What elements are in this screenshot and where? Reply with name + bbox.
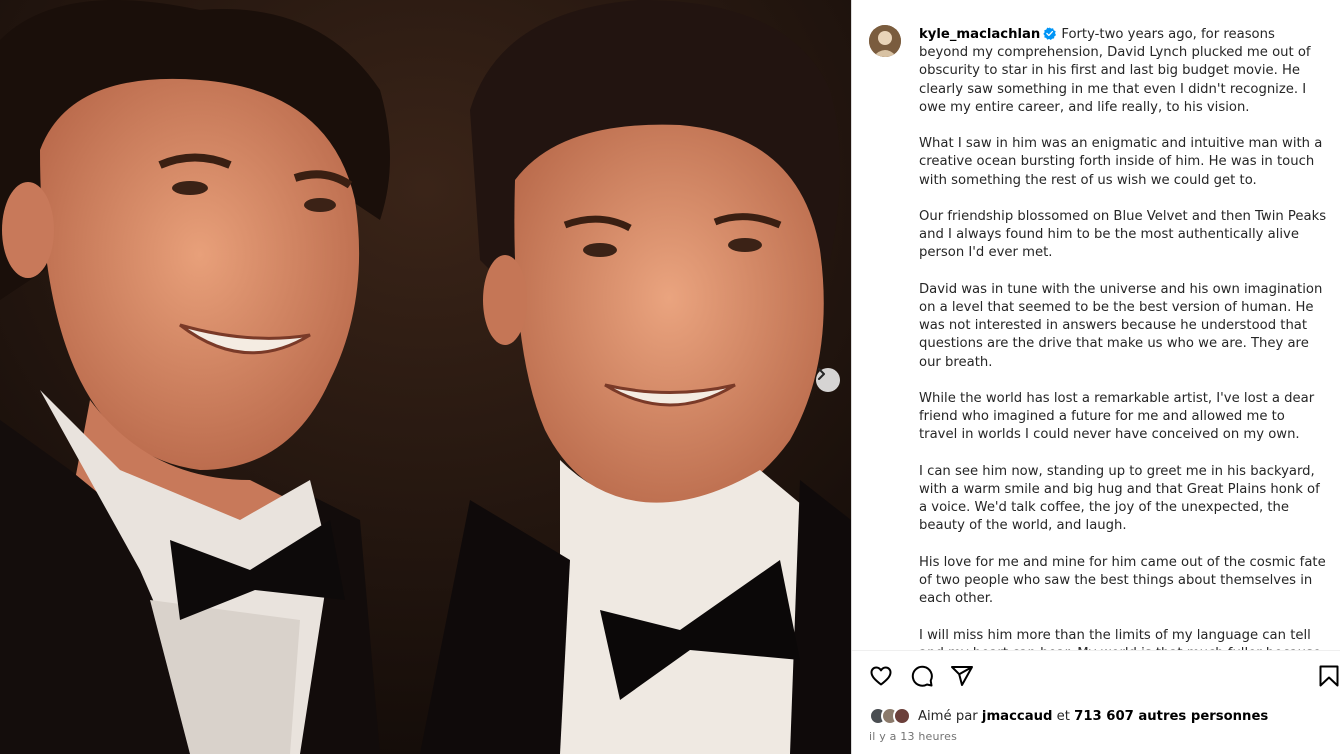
caption-scroll-area[interactable]: kyle_maclachlan Forty-two years ago, for … [852, 0, 1340, 650]
share-icon [951, 666, 973, 686]
verified-badge-icon [1043, 27, 1057, 40]
caption-paragraph: David was in tune with the universe and … [919, 281, 1323, 370]
bookmark-icon [1319, 665, 1339, 687]
likes-count-link[interactable]: 713 607 autres personnes [1074, 709, 1268, 724]
divider [852, 650, 1340, 651]
post-photo[interactable] [0, 0, 851, 754]
likes-prefix: Aimé par [918, 708, 978, 724]
save-button[interactable] [1318, 664, 1340, 692]
username-link[interactable]: kyle_maclachlan [919, 27, 1040, 42]
caption-paragraph: What I saw in him was an enigmatic and i… [919, 136, 1323, 188]
post-timestamp[interactable]: il y a 13 heures [869, 730, 957, 743]
heart-icon [870, 666, 892, 686]
post-caption: kyle_maclachlan Forty-two years ago, for … [919, 26, 1327, 650]
caption-paragraph: I will miss him more than the limits of … [919, 627, 1321, 650]
avatar-image [869, 25, 901, 57]
likes-connector: et [1056, 708, 1070, 724]
share-button[interactable] [950, 664, 974, 692]
comment-button[interactable] [910, 664, 934, 692]
likes-summary: Aimé par jmaccaud et 713 607 autres pers… [869, 706, 1268, 726]
comment-icon [911, 665, 933, 687]
caption-paragraph: kyle_maclachlan Forty-two years ago, for … [919, 26, 1327, 117]
liker-avatars[interactable] [869, 707, 911, 725]
avatar [893, 707, 911, 725]
avatar[interactable] [869, 25, 901, 57]
caption-paragraph: While the world has lost a remarkable ar… [919, 391, 1315, 443]
like-button[interactable] [869, 664, 893, 692]
next-image-button[interactable] [816, 368, 840, 392]
caption-paragraph: His love for me and mine for him came ou… [919, 554, 1326, 607]
caption-paragraph: I can see him now, standing up to greet … [919, 463, 1320, 534]
post-side-panel: kyle_maclachlan Forty-two years ago, for … [851, 0, 1340, 754]
chevron-right-icon [818, 368, 825, 380]
caption-paragraph: Our friendship blossomed on Blue Velvet … [919, 209, 1327, 261]
photo-image [0, 0, 851, 754]
liker-username-link[interactable]: jmaccaud [982, 709, 1053, 724]
action-bar [852, 664, 1340, 692]
